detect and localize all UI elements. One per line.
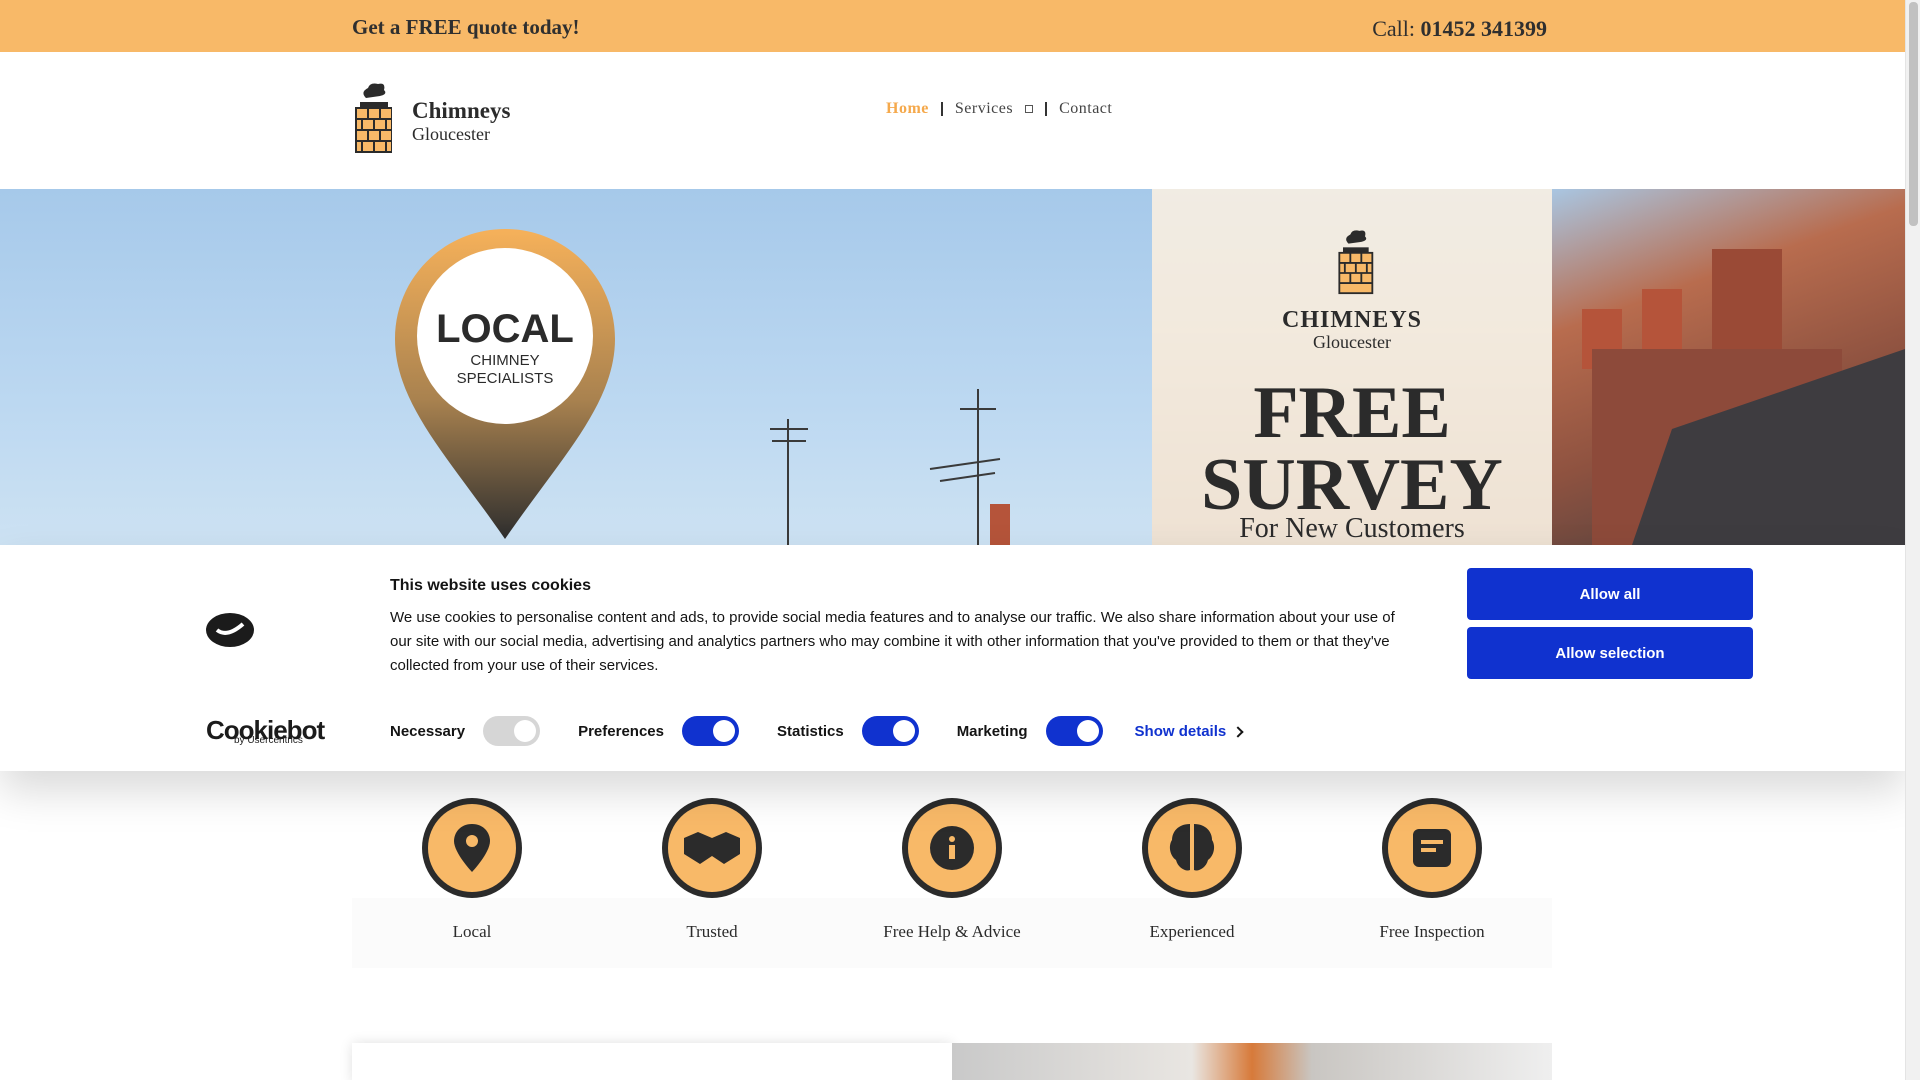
chimney-photo-right [1552,189,1905,545]
call-label: Call: [1372,16,1421,41]
toggle-preferences: Preferences [578,716,739,746]
cookiebot-byline: by Usercentrics [234,735,303,746]
pin-line1: CHIMNEY [470,352,539,369]
toggle-label: Statistics [776,722,844,740]
top-bar: Get a FREE quote today! Call: 01452 3413… [0,0,1905,52]
consent-toggles: Necessary Preferences Statistics Marketi… [390,716,1244,746]
pin-title: LOCAL [436,307,574,351]
nav-contact[interactable]: Contact [1047,100,1124,118]
site-header: Chimneys Gloucester Home Services Contac… [0,52,1905,189]
free-heading: FREE [1253,372,1451,454]
map-pin-icon [422,798,522,898]
toggle-necessary: Necessary [390,716,541,746]
page-scrollbar[interactable] [1905,0,1920,1080]
preferences-switch[interactable] [681,716,739,746]
toggle-marketing: Marketing [957,716,1103,746]
free-survey-panel: CHIMNEYS Gloucester FREE SURVEY For New … [1152,189,1552,545]
statistics-switch[interactable] [861,716,919,746]
document-icon [1382,798,1482,898]
antenna-image [770,389,1010,545]
marketing-switch[interactable] [1045,716,1103,746]
feature-help-advice: Free Help & Advice [832,798,1072,968]
hero-banner: CHIMNEYS Gloucester FREE SURVEY For New … [0,189,1905,545]
feature-label: Local [452,922,492,941]
pin-line2: SPECIALISTS [457,370,554,387]
toggle-label: Necessary [390,722,466,740]
panel-brand: CHIMNEYS [1281,307,1422,333]
free-quote-card [352,1043,952,1080]
quote-section-photo [952,1043,1552,1080]
chimney-logo-icon [355,83,392,153]
info-icon [902,798,1002,898]
feature-local: Local [352,798,592,968]
chimney-logo-icon [1338,230,1374,295]
allow-all-button[interactable]: Allow all [1467,568,1753,620]
free-quote-text: Get a FREE quote today! [352,15,580,39]
panel-city: Gloucester [1313,332,1391,352]
nav-services-label: Services [954,100,1014,117]
dropdown-icon [1025,105,1034,114]
cookie-consent-banner: Cookiebot by Usercentrics This website u… [0,545,1905,771]
cookiebot-logo-icon [206,613,254,647]
brand-name: Chimneys [412,98,511,123]
nav-home[interactable]: Home [886,100,941,118]
toggle-label: Marketing [956,722,1028,740]
handshake-icon [662,798,762,898]
feature-free-inspection: Free Inspection [1312,798,1552,968]
local-pin-badge: LOCAL CHIMNEY SPECIALISTS [395,229,615,539]
feature-experienced: Experienced [1072,798,1312,968]
site-logo[interactable]: Chimneys Gloucester [352,82,552,154]
allow-selection-button[interactable]: Allow selection [1467,627,1753,679]
survey-heading: SURVEY [1201,444,1503,526]
show-details-link[interactable]: Show details [1134,722,1244,740]
show-details-label: Show details [1134,722,1227,740]
toggle-statistics: Statistics [777,716,919,746]
chevron-right-icon [1232,725,1244,738]
new-customers-subheading: For New Customers [1239,513,1465,544]
feature-label: Free Inspection [1379,922,1485,941]
scrollbar-thumb[interactable] [1909,2,1918,226]
phone-number[interactable]: 01452 341399 [1421,16,1548,41]
feature-label: Free Help & Advice [883,922,1021,941]
brain-icon [1142,798,1242,898]
necessary-switch [483,716,541,746]
cookie-title: This website uses cookies [390,577,591,594]
feature-label: Experienced [1149,922,1235,941]
feature-label: Trusted [686,922,738,941]
main-nav: Home Services Contact [886,100,1124,118]
feature-trusted: Trusted [592,798,832,968]
nav-services[interactable]: Services [943,100,1045,118]
brand-city: Gloucester [412,124,490,144]
toggle-label: Preferences [578,722,664,740]
call-info: Call: 01452 341399 [1372,16,1547,42]
cookie-text: We use cookies to personalise content an… [390,609,1395,674]
